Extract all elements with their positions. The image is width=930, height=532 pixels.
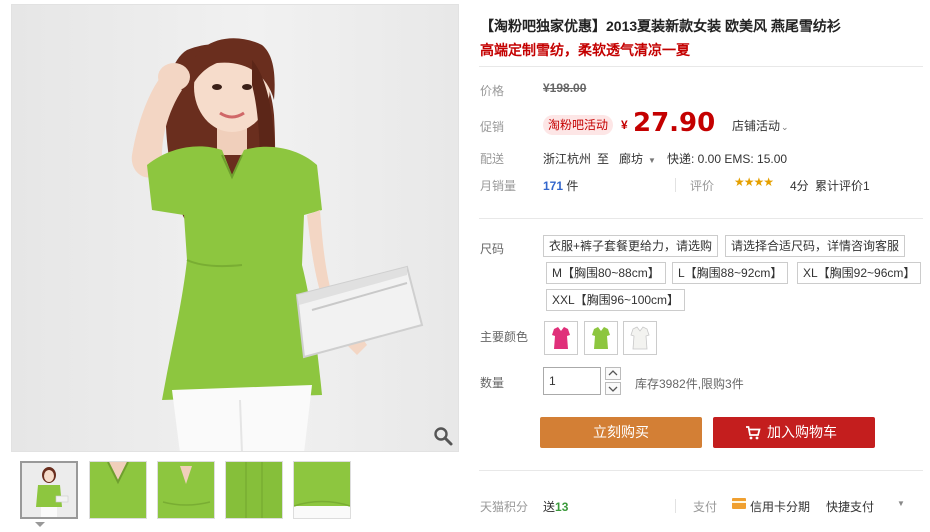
add-to-cart-button[interactable]: 加入购物车 <box>713 417 875 448</box>
stock-info: 库存3982件,限购3件 <box>635 377 744 391</box>
add-to-cart-label: 加入购物车 <box>767 424 837 440</box>
color-swatch-green[interactable] <box>584 321 618 355</box>
chevron-up-icon <box>608 370 618 376</box>
tmall-points-label: 天猫积分 <box>480 500 529 514</box>
star-rating-icon: ★★★★ <box>734 175 774 189</box>
size-option-xl[interactable]: XL【胸围92~96cm】 <box>797 262 922 284</box>
zoom-magnifier-icon[interactable] <box>432 425 454 447</box>
review-count-link[interactable]: 累计评价1 <box>815 177 870 194</box>
shop-activity-dropdown[interactable]: 店铺活动⌄ <box>732 117 789 134</box>
shopping-cart-icon <box>746 426 761 440</box>
divider <box>479 66 923 67</box>
thumbnail-3[interactable] <box>157 461 215 519</box>
product-title: 【淘粉吧独家优惠】2013夏装新款女装 欧美风 燕尾雪纺衫 <box>480 18 841 34</box>
size-option-l[interactable]: L【胸围88~92cm】 <box>672 262 789 284</box>
credit-card-icon <box>732 498 746 509</box>
chevron-down-icon <box>608 386 618 392</box>
color-swatch-rose[interactable] <box>544 321 578 355</box>
shipping-label: 配送 <box>480 152 505 166</box>
quantity-increase-button[interactable] <box>605 367 621 380</box>
payment-dropdown-caret-icon[interactable]: ▼ <box>897 499 905 508</box>
shop-activity-label: 店铺活动 <box>732 119 781 133</box>
size-option-combo[interactable]: 衣服+裤子套餐更给力，请选购 <box>543 235 719 257</box>
ship-from: 浙江杭州 <box>543 152 592 166</box>
payment-label: 支付 <box>693 500 718 514</box>
ship-destination: 廊坊 <box>619 152 644 166</box>
divider <box>479 218 923 219</box>
buy-now-button[interactable]: 立刻购买 <box>540 417 702 448</box>
quantity-input[interactable] <box>543 367 601 395</box>
size-label: 尺码 <box>480 242 505 256</box>
divider <box>675 499 676 513</box>
size-option-consult[interactable]: 请选择合适尺码，详情咨询客服 <box>725 235 906 257</box>
rating-score: 4分 <box>790 179 809 193</box>
monthly-sales-label: 月销量 <box>480 179 517 193</box>
product-subtitle: 高端定制雪纺，柔软透气清凉一夏 <box>480 42 690 58</box>
shipping-fees: 快递: 0.00 EMS: 15.00 <box>667 152 788 166</box>
chevron-down-icon: ⌄ <box>781 122 789 132</box>
thumbnail-5[interactable] <box>293 461 351 519</box>
promo-label: 促销 <box>480 120 505 134</box>
divider <box>675 178 676 192</box>
currency-symbol: ¥ <box>621 118 628 132</box>
main-product-image[interactable] <box>11 4 459 452</box>
color-label: 主要颜色 <box>480 330 529 344</box>
size-option-m[interactable]: M【胸围80~88cm】 <box>546 262 666 284</box>
thumbnail-1[interactable] <box>20 461 78 519</box>
size-option-xxl[interactable]: XXL【胸围96~100cm】 <box>546 289 686 311</box>
color-swatch-white[interactable] <box>623 321 657 355</box>
points-prefix: 送 <box>543 500 556 514</box>
quick-pay[interactable]: 快捷支付 <box>826 498 874 515</box>
promo-price: 27.90 <box>633 108 716 138</box>
original-price: ¥198.00 <box>543 81 587 95</box>
ship-to-word: 至 <box>597 152 610 166</box>
active-thumbnail-indicator-icon <box>35 522 45 527</box>
ship-destination-select[interactable]: 廊坊 ▼ <box>619 150 656 167</box>
price-label: 价格 <box>480 84 505 98</box>
quantity-label: 数量 <box>480 376 505 390</box>
quantity-decrease-button[interactable] <box>605 382 621 395</box>
thumbnail-4[interactable] <box>225 461 283 519</box>
rating-label: 评价 <box>690 179 715 193</box>
monthly-sales-unit: 件 <box>566 179 579 193</box>
tmall-points: 送13 <box>543 498 568 515</box>
caret-down-icon: ▼ <box>648 156 656 165</box>
product-info-panel: 【淘粉吧独家优惠】2013夏装新款女装 欧美风 燕尾雪纺衫 高端定制雪纺，柔软透… <box>479 0 930 532</box>
divider <box>479 470 923 471</box>
credit-card-installment[interactable]: 信用卡分期 <box>750 498 810 515</box>
model-photo <box>131 38 424 451</box>
monthly-sales-count: 171 <box>543 179 564 193</box>
promo-tag: 淘粉吧活动 <box>543 115 614 135</box>
thumbnail-2[interactable] <box>89 461 147 519</box>
points-value: 13 <box>555 500 569 514</box>
monthly-sales: 171 件 <box>543 177 578 194</box>
thumbnail-strip <box>11 458 459 528</box>
